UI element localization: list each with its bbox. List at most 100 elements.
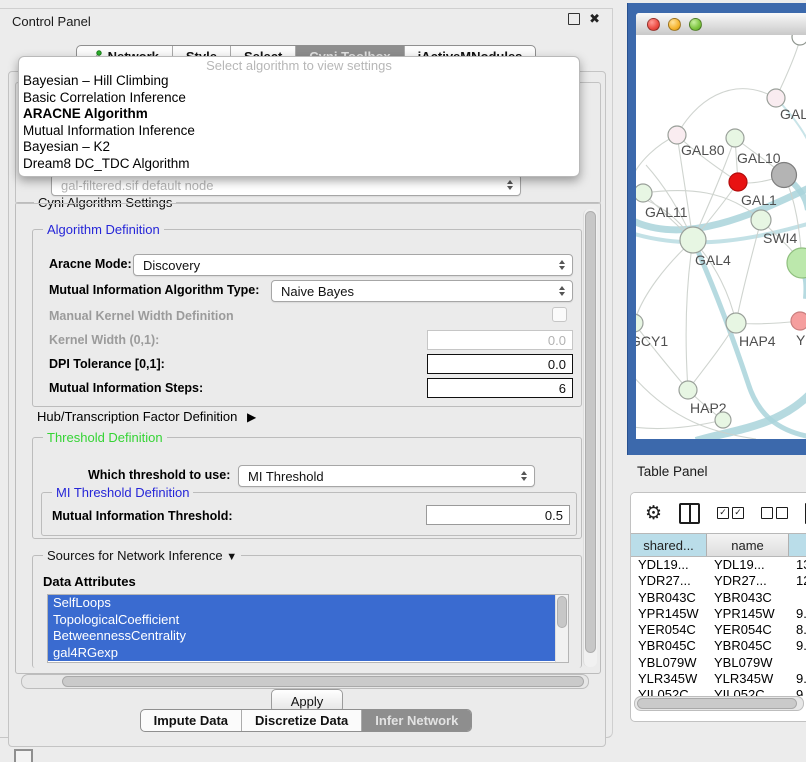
- column-header-name[interactable]: name: [707, 534, 789, 556]
- tab-impute-data[interactable]: Impute Data: [141, 710, 241, 731]
- table-cell: YDL19...: [631, 557, 707, 573]
- settings-vertical-scrollbar[interactable]: [583, 209, 597, 667]
- network-graph: GALGAL80GAL10GAL1GAL11SWI4GAL4GCY1HAP4YH…: [636, 35, 806, 439]
- mi-type-combo[interactable]: Naive Bayes: [271, 280, 573, 302]
- network-selector-combo[interactable]: gal-filtered.sif default node: [51, 174, 521, 196]
- node-label: GAL11: [645, 204, 688, 220]
- scrollbar-thumb[interactable]: [557, 596, 567, 628]
- float-window-icon[interactable]: [568, 13, 580, 25]
- list-item[interactable]: SelfLoops: [48, 595, 555, 612]
- column-header-clipped[interactable]: A: [789, 534, 806, 556]
- network-node[interactable]: [726, 313, 746, 333]
- list-item[interactable]: BetweennessCentrality: [48, 628, 555, 645]
- kernel-width-field[interactable]: 0.0: [427, 330, 573, 350]
- table-row[interactable]: YPR145WYPR145W9.: [631, 606, 806, 622]
- screen: Control Panel ✖ Network Style: [0, 0, 806, 762]
- manual-kernel-checkbox[interactable]: [552, 307, 567, 322]
- kernel-width-label: Kernel Width (0,1):: [49, 333, 159, 347]
- collapse-icon[interactable]: ▼: [226, 551, 237, 563]
- network-node[interactable]: [751, 210, 771, 230]
- column-header-shared[interactable]: shared...: [631, 534, 707, 556]
- dropdown-item[interactable]: Basic Correlation Inference: [19, 90, 579, 107]
- network-node[interactable]: [636, 184, 652, 202]
- network-node[interactable]: [772, 163, 797, 188]
- table-row[interactable]: YBR043CYBR043C: [631, 590, 806, 606]
- table-row[interactable]: YIL052CYIL052C9.: [631, 687, 806, 696]
- aracne-mode-value: Discovery: [143, 258, 200, 273]
- network-node[interactable]: [680, 227, 706, 253]
- network-node[interactable]: [729, 173, 747, 191]
- network-selector-value: gal-filtered.sif default node: [61, 178, 213, 193]
- table-cell: YBR043C: [631, 590, 707, 606]
- data-attributes-list[interactable]: SelfLoops TopologicalCoefficient Between…: [47, 594, 569, 663]
- settings-horizontal-scrollbar[interactable]: [21, 674, 589, 689]
- table-row[interactable]: YBL079WYBL079W: [631, 655, 806, 671]
- threshold-definition-group: Threshold Definition Which threshold to …: [32, 437, 582, 539]
- zoom-traffic-light-icon[interactable]: [689, 18, 702, 31]
- mi-steps-field[interactable]: 6: [427, 378, 573, 398]
- mi-threshold-field[interactable]: 0.5: [426, 505, 570, 525]
- deselect-all-checkboxes-icon[interactable]: [761, 507, 788, 519]
- table-cell: YLR345W: [707, 671, 789, 687]
- aracne-mode-combo[interactable]: Discovery: [133, 254, 573, 276]
- cyni-algorithm-settings-group: Cyni Algorithm Settings Algorithm Defini…: [15, 202, 601, 674]
- dropdown-item[interactable]: Mutual Information Inference: [19, 123, 579, 140]
- table-cell: [789, 590, 806, 606]
- table-panel-title: Table Panel: [637, 464, 708, 479]
- select-all-checkboxes-icon[interactable]: ✓✓: [717, 507, 744, 519]
- dropdown-item[interactable]: Dream8 DC_TDC Algorithm: [19, 156, 579, 173]
- dropdown-placeholder: Select algorithm to view settings: [19, 58, 579, 73]
- aracne-mode-label: Aracne Mode:: [49, 257, 132, 271]
- mi-threshold-group: MI Threshold Definition Mutual Informati…: [41, 492, 577, 536]
- table-row[interactable]: YLR345WYLR345W9.: [631, 671, 806, 687]
- network-canvas[interactable]: GALGAL80GAL10GAL1GAL11SWI4GAL4GCY1HAP4YH…: [636, 35, 806, 439]
- close-traffic-light-icon[interactable]: [647, 18, 660, 31]
- panel-title: Control Panel: [12, 14, 91, 29]
- expand-right-icon[interactable]: ▶: [247, 410, 256, 424]
- network-node[interactable]: [636, 314, 643, 332]
- list-item[interactable]: TopologicalCoefficient: [48, 612, 555, 629]
- network-node[interactable]: [679, 381, 697, 399]
- network-node[interactable]: [767, 89, 785, 107]
- grid-corner-icon[interactable]: [14, 749, 33, 762]
- group-title: Threshold Definition: [43, 430, 167, 445]
- list-vertical-scrollbar[interactable]: [555, 595, 568, 662]
- dropdown-item-selected[interactable]: ARACNE Algorithm: [19, 106, 579, 123]
- dropdown-item[interactable]: Bayesian – Hill Climbing: [19, 73, 579, 90]
- table-cell: YDR27...: [707, 573, 789, 589]
- table-cell: YER054C: [631, 622, 707, 638]
- table-cell: YER054C: [707, 622, 789, 638]
- minimize-traffic-light-icon[interactable]: [668, 18, 681, 31]
- table-row[interactable]: YBR045CYBR045C9.: [631, 638, 806, 654]
- mi-type-label: Mutual Information Algorithm Type:: [49, 283, 259, 297]
- table-horizontal-scrollbar[interactable]: [634, 696, 804, 711]
- network-node[interactable]: [715, 412, 731, 428]
- scrollbar-thumb[interactable]: [637, 698, 797, 709]
- hub-definition-toggle[interactable]: Hub/Transcription Factor Definition ▶: [37, 409, 256, 424]
- network-node[interactable]: [787, 248, 806, 278]
- tab-infer-network[interactable]: Infer Network: [361, 710, 471, 731]
- scrollbar-thumb[interactable]: [585, 211, 596, 653]
- dropdown-item[interactable]: Bayesian – K2: [19, 139, 579, 156]
- scrollbar-thumb[interactable]: [62, 676, 585, 687]
- network-node[interactable]: [792, 35, 806, 45]
- split-columns-icon[interactable]: [679, 503, 700, 524]
- network-window-titlebar[interactable]: [636, 13, 806, 36]
- which-threshold-combo[interactable]: MI Threshold: [238, 465, 535, 487]
- table-row[interactable]: YDL19...YDL19...13: [631, 557, 806, 573]
- network-node[interactable]: [791, 312, 806, 330]
- table-row[interactable]: YER054CYER054C8.: [631, 622, 806, 638]
- data-attributes-label: Data Attributes: [43, 574, 136, 589]
- close-icon[interactable]: ✖: [589, 13, 600, 25]
- tab-discretize-data[interactable]: Discretize Data: [241, 710, 361, 731]
- dpi-tolerance-field[interactable]: 0.0: [427, 354, 573, 374]
- node-label: HAP4: [739, 333, 776, 349]
- list-item[interactable]: gal4RGexp: [48, 645, 555, 662]
- table-cell: YBR045C: [631, 638, 707, 654]
- gear-icon[interactable]: ⚙: [645, 504, 662, 523]
- stepper-icon: [555, 281, 569, 301]
- table-row[interactable]: YDR27...YDR27...12: [631, 573, 806, 589]
- table-rows: YDL19...YDL19...13YDR27...YDR27...12YBR0…: [631, 557, 806, 696]
- algorithm-dropdown-list: Select algorithm to view settings Bayesi…: [18, 56, 580, 177]
- network-node[interactable]: [726, 129, 744, 147]
